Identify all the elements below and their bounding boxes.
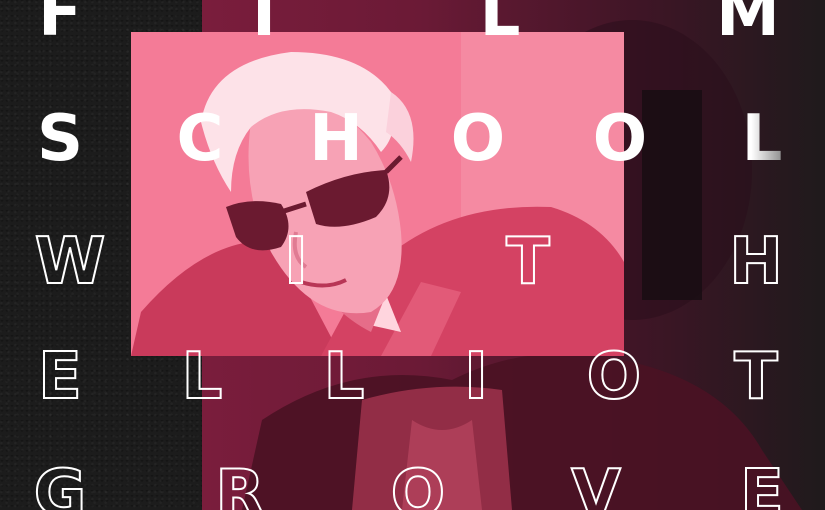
letter-t: T <box>505 225 551 299</box>
letter-l: L <box>181 340 224 414</box>
letter-l: L <box>479 0 521 51</box>
letter-i: I <box>463 340 489 414</box>
letter-v: V <box>570 457 622 510</box>
letter-i: I <box>252 0 276 51</box>
letter-l: L <box>726 107 798 171</box>
letter-o: O <box>586 340 642 414</box>
portrait-photo <box>131 32 624 356</box>
letter-i: I <box>283 225 309 299</box>
letter-o: O <box>592 102 648 176</box>
letter-m: M <box>716 0 780 51</box>
letter-g: G <box>33 457 88 510</box>
letter-h: H <box>309 102 363 176</box>
letter-c: C <box>176 102 224 176</box>
poster: F I L M S C H O O L W I T H E L L I O T … <box>0 0 825 510</box>
letter-o: O <box>390 457 446 510</box>
letter-t: T <box>733 340 779 414</box>
letter-s: S <box>36 102 84 176</box>
letter-o: O <box>450 102 506 176</box>
letter-l: L <box>323 340 366 414</box>
letter-f: F <box>38 0 82 51</box>
letter-e: E <box>37 340 83 414</box>
letter-h: H <box>728 225 784 299</box>
portrait-illustration <box>131 32 624 356</box>
letter-w: W <box>34 225 107 299</box>
letter-e: E <box>739 457 785 510</box>
letter-r: R <box>214 457 265 510</box>
